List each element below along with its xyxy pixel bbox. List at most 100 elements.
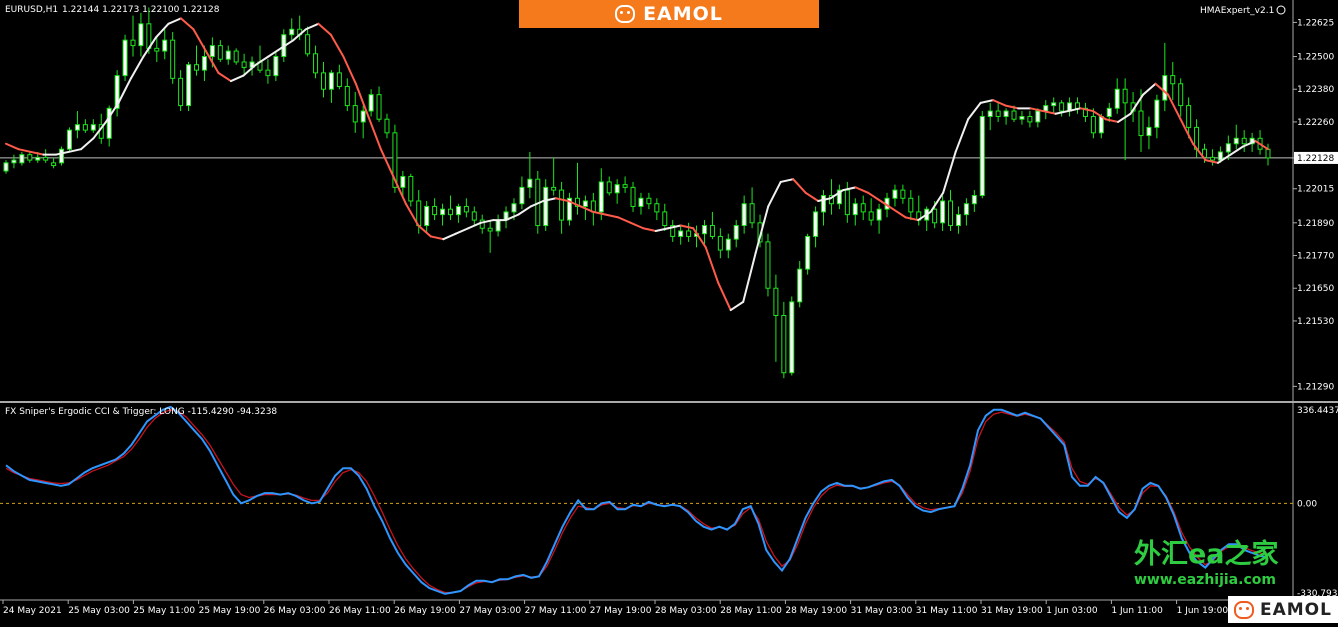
candle-body[interactable]	[1178, 83, 1184, 107]
candle-body[interactable]	[1106, 107, 1112, 117]
candle-body[interactable]	[66, 129, 72, 150]
candle-body[interactable]	[900, 189, 906, 199]
candle-body[interactable]	[805, 235, 811, 270]
candle-body[interactable]	[1011, 110, 1017, 120]
candle-body[interactable]	[130, 39, 136, 47]
candle-body[interactable]	[1265, 148, 1271, 159]
candle-body[interactable]	[74, 124, 80, 131]
candle-body[interactable]	[614, 184, 620, 194]
candle-body[interactable]	[662, 211, 668, 227]
candle-body[interactable]	[749, 203, 755, 224]
candle-body[interactable]	[201, 56, 207, 71]
candle-body[interactable]	[233, 50, 239, 63]
candle-body[interactable]	[344, 86, 350, 107]
candle-body[interactable]	[447, 208, 453, 216]
candle-body[interactable]	[138, 23, 144, 47]
candle-body[interactable]	[932, 208, 938, 224]
candle-body[interactable]	[844, 189, 850, 216]
candle-body[interactable]	[328, 72, 334, 90]
candle-body[interactable]	[971, 195, 977, 205]
candle-body[interactable]	[1027, 115, 1033, 123]
candle-body[interactable]	[400, 175, 406, 188]
candle-body[interactable]	[360, 110, 366, 123]
candle-body[interactable]	[495, 219, 501, 232]
candle-body[interactable]	[948, 200, 954, 227]
candle-body[interactable]	[19, 154, 25, 164]
candle-body[interactable]	[384, 118, 390, 134]
candle-body[interactable]	[1035, 110, 1041, 123]
candle-body[interactable]	[217, 45, 223, 60]
candle-body[interactable]	[273, 56, 279, 77]
candle-body[interactable]	[551, 186, 557, 191]
candle-body[interactable]	[543, 186, 549, 227]
candle-body[interactable]	[368, 94, 374, 112]
candle-body[interactable]	[1138, 110, 1144, 137]
candle-body[interactable]	[170, 39, 176, 79]
candle-body[interactable]	[940, 200, 946, 224]
candle-body[interactable]	[741, 203, 747, 227]
candle-body[interactable]	[3, 162, 9, 172]
candle-body[interactable]	[11, 159, 17, 164]
candle-body[interactable]	[622, 184, 628, 188]
candle-body[interactable]	[1051, 102, 1057, 107]
candle-body[interactable]	[1090, 115, 1096, 134]
candle-body[interactable]	[709, 225, 715, 237]
candle-body[interactable]	[1098, 115, 1104, 134]
candle-body[interactable]	[1154, 99, 1160, 128]
candle-body[interactable]	[725, 238, 731, 251]
candle-body[interactable]	[154, 47, 160, 52]
candle-body[interactable]	[519, 186, 525, 205]
candle-body[interactable]	[781, 314, 787, 374]
candle-body[interactable]	[265, 69, 271, 77]
candle-body[interactable]	[241, 61, 247, 68]
candle-body[interactable]	[51, 162, 57, 167]
candle-body[interactable]	[1225, 143, 1231, 153]
candle-body[interactable]	[471, 211, 477, 221]
candle-body[interactable]	[686, 230, 692, 237]
candle-body[interactable]	[1217, 151, 1223, 161]
candle-body[interactable]	[979, 115, 985, 197]
candle-body[interactable]	[1162, 75, 1168, 101]
candle-body[interactable]	[821, 195, 827, 213]
candle-body[interactable]	[193, 64, 199, 71]
candle-body[interactable]	[178, 77, 184, 107]
candle-body[interactable]	[487, 227, 493, 232]
candle-body[interactable]	[313, 53, 319, 74]
candle-body[interactable]	[90, 124, 96, 131]
candle-body[interactable]	[122, 39, 128, 77]
chart-canvas[interactable]: 1.22625 1.22500 1.22380 1.22260 1.22015 1.218…	[0, 0, 1338, 623]
candle-body[interactable]	[908, 197, 914, 213]
candle-body[interactable]	[963, 203, 969, 216]
candle-body[interactable]	[995, 110, 1001, 117]
candle-body[interactable]	[773, 287, 779, 316]
candle-body[interactable]	[209, 45, 215, 58]
candle-body[interactable]	[1170, 75, 1176, 85]
candle-body[interactable]	[186, 64, 192, 107]
candle-body[interactable]	[1146, 126, 1152, 137]
candle-body[interactable]	[860, 203, 866, 213]
candle-body[interactable]	[1233, 137, 1239, 145]
candle-body[interactable]	[1122, 88, 1128, 104]
candle-body[interactable]	[646, 197, 652, 205]
candle-body[interactable]	[43, 156, 49, 161]
candle-body[interactable]	[1003, 110, 1009, 117]
candle-body[interactable]	[892, 189, 898, 199]
candle-body[interactable]	[717, 235, 723, 251]
candle-body[interactable]	[352, 105, 358, 123]
candle-body[interactable]	[765, 241, 771, 289]
candle-body[interactable]	[59, 148, 65, 164]
candle-body[interactable]	[789, 301, 795, 374]
candle-body[interactable]	[1209, 156, 1215, 161]
candle-body[interactable]	[638, 197, 644, 207]
candle-body[interactable]	[289, 28, 295, 36]
candle-body[interactable]	[376, 94, 382, 120]
candle-body[interactable]	[606, 181, 612, 194]
candle-body[interactable]	[701, 225, 707, 235]
candle-body[interactable]	[1114, 88, 1120, 109]
candle-body[interactable]	[582, 200, 588, 207]
candle-body[interactable]	[440, 208, 446, 216]
candle-body[interactable]	[432, 205, 438, 216]
candle-body[interactable]	[678, 230, 684, 237]
candle-body[interactable]	[82, 124, 88, 131]
candle-body[interactable]	[305, 34, 311, 55]
